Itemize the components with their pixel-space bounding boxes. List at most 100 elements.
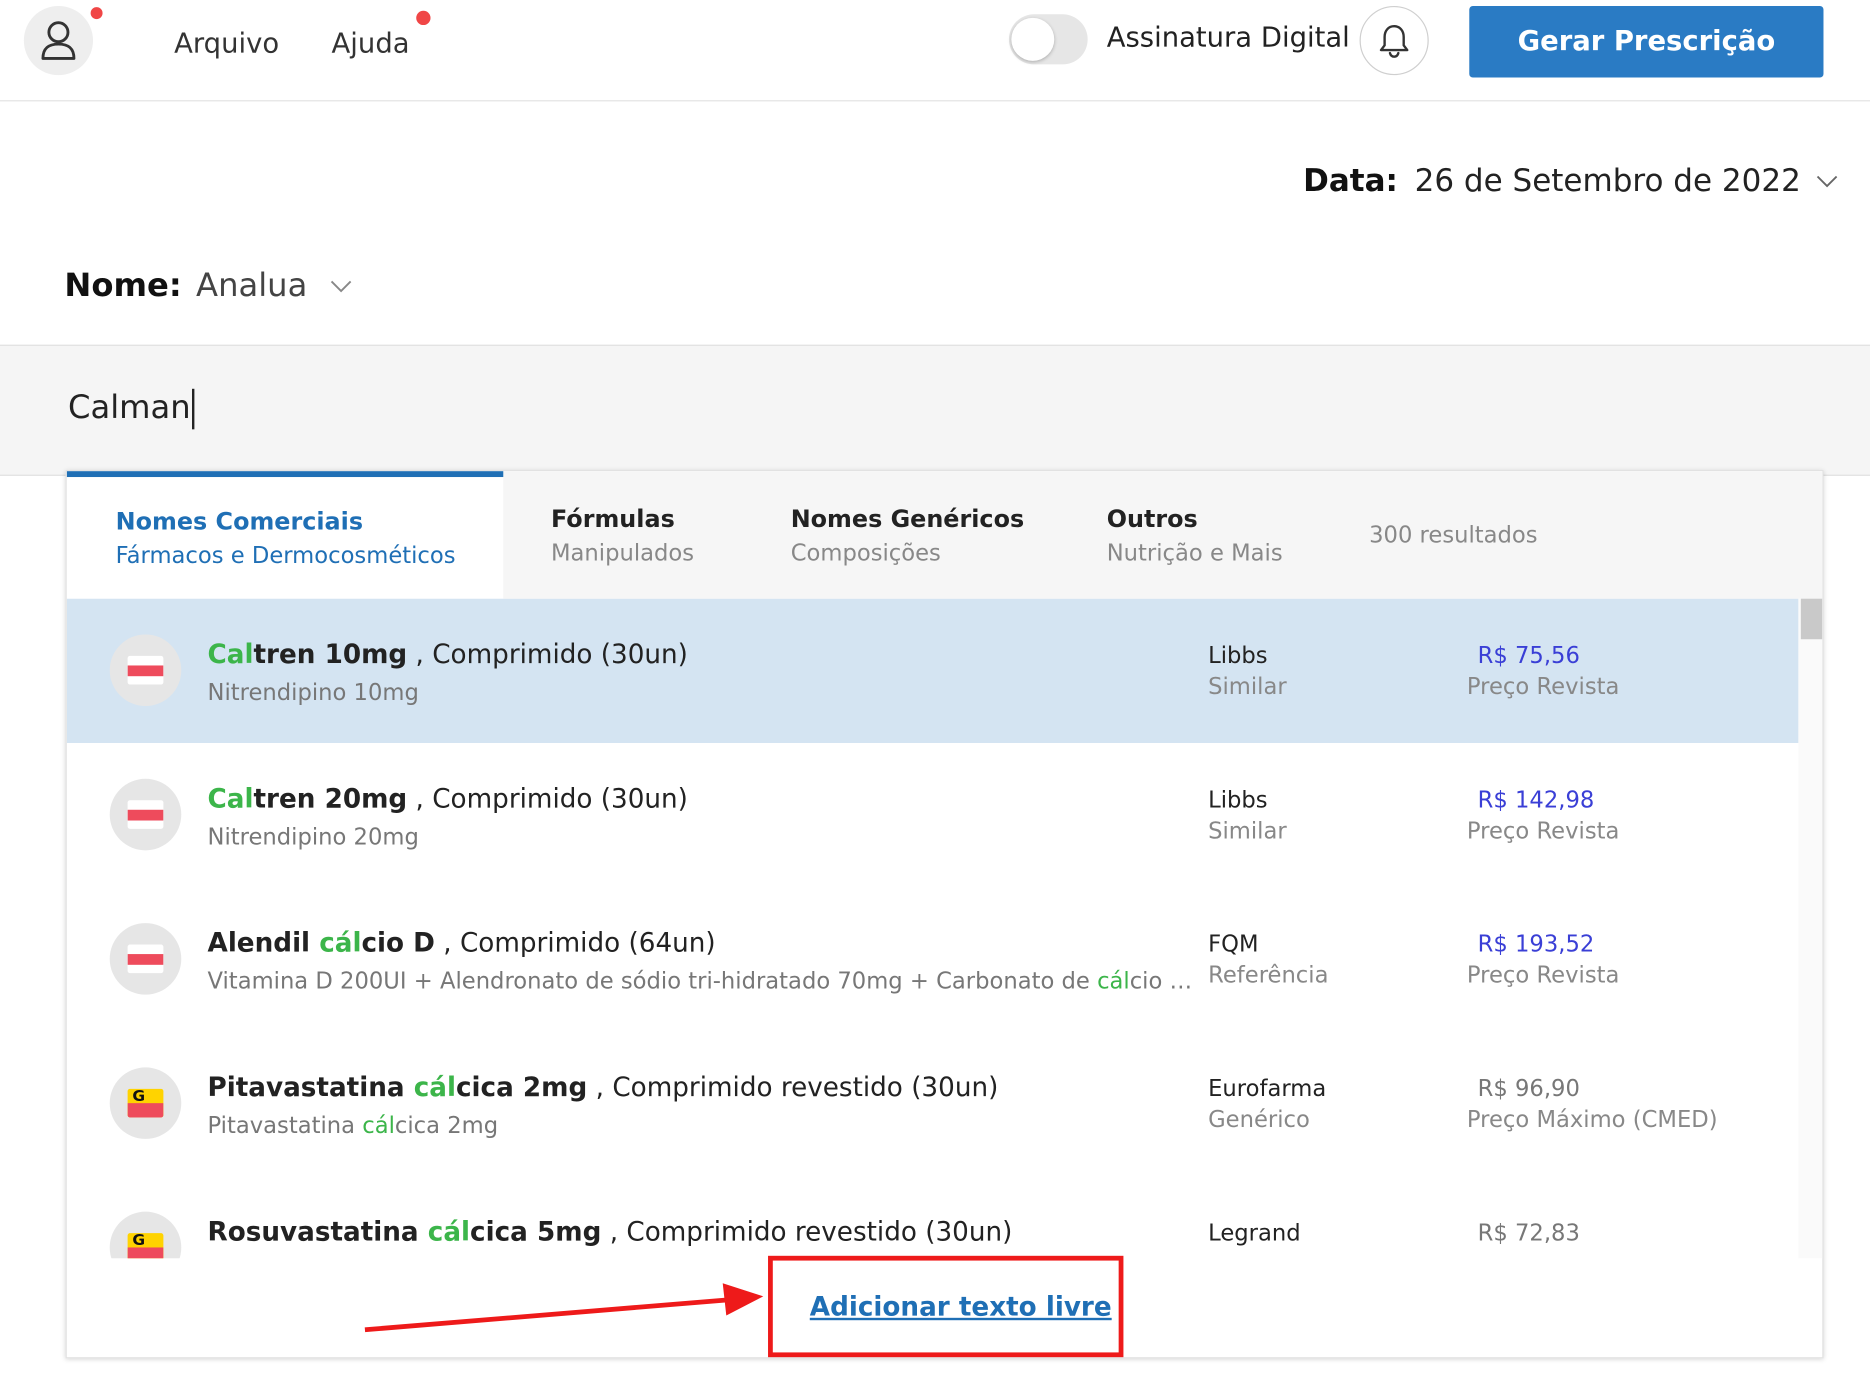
result-price: R$ 96,90: [1477, 1075, 1580, 1102]
scrollbar-thumb[interactable]: [1800, 598, 1823, 640]
patient-name-value: Analua: [196, 267, 308, 305]
result-row[interactable]: Caltren 10mg , Comprimido (30un) Nitrend…: [66, 598, 1799, 743]
avatar-notification-dot: [90, 7, 103, 20]
result-price: R$ 72,83: [1477, 1220, 1580, 1247]
product-form: , Comprimido revestido (30un): [601, 1217, 1013, 1248]
product-badge: [109, 778, 182, 851]
result-title: Caltren 20mg , Comprimido (30un): [208, 785, 688, 815]
product-badge: G: [109, 1067, 182, 1139]
composition-prefix: Pitavastatina: [207, 1112, 363, 1139]
user-avatar-button[interactable]: [23, 5, 94, 76]
name-rest: cio D: [361, 929, 435, 959]
tab-title: Outros: [1106, 504, 1198, 534]
composition-suffix: cica 2mg: [394, 1112, 499, 1139]
result-title: Rosuvastatina cálcica 5mg , Comprimido r…: [208, 1218, 1013, 1248]
chevron-down-icon: [1816, 175, 1838, 188]
match-highlight: cál: [319, 929, 362, 959]
result-composition: Nitrendipino 10mg: [207, 679, 419, 707]
match-highlight: cál: [362, 1112, 395, 1139]
bell-icon: [1379, 25, 1409, 58]
result-price[interactable]: R$ 142,98: [1478, 787, 1595, 813]
result-title: Pitavastatina cálcica 2mg , Comprimido r…: [208, 1073, 999, 1103]
generic-pill-icon: G: [127, 1233, 164, 1259]
product-form: , Comprimido (30un): [407, 640, 688, 671]
results-count: 300 resultados: [1369, 522, 1538, 549]
tab-nomes-genericos[interactable]: Nomes Genéricos Composições: [791, 471, 1024, 599]
result-composition: Pitavastatina cálcica 2mg: [208, 1113, 1198, 1139]
product-badge: G: [109, 1211, 182, 1259]
app-root: Arquivo Ajuda Assinatura Digital Gerar P…: [0, 0, 1870, 1400]
generic-badge-letter: G: [132, 1233, 146, 1250]
product-form: , Comprimido (30un): [407, 784, 688, 815]
product-badge: [109, 634, 182, 707]
date-label: Data:: [1303, 163, 1398, 200]
match-highlight: cál: [427, 1217, 471, 1248]
name-rest: cica 5mg: [470, 1217, 602, 1248]
tab-subtitle: Manipulados: [550, 540, 695, 567]
notifications-button[interactable]: [1359, 5, 1429, 76]
patient-name-label: Nome:: [64, 267, 182, 305]
user-icon: [41, 21, 76, 60]
menu-arquivo[interactable]: Arquivo: [174, 29, 279, 60]
composition-prefix: Vitamina D 200UI + Alendronato de sódio …: [207, 968, 1098, 995]
tab-title: Nomes Genéricos: [790, 504, 1025, 534]
result-lab: Libbs: [1208, 642, 1268, 670]
ajuda-notification-dot: [416, 10, 431, 26]
name-rest: tren 20mg: [253, 784, 408, 815]
result-composition: Nitrendipino 20mg: [207, 824, 419, 851]
result-lab: Libbs: [1208, 787, 1268, 814]
medication-search-input[interactable]: Calman: [67, 388, 903, 430]
name-prefix: Rosuvastatina: [207, 1217, 428, 1248]
product-form: , Comprimido (64un): [434, 929, 716, 959]
result-price[interactable]: R$ 75,56: [1478, 643, 1580, 669]
result-row[interactable]: G Rosuvastatina cálcica 5mg , Comprimido…: [67, 1176, 1799, 1259]
result-kind: Similar: [1208, 673, 1287, 701]
generic-pill-icon: G: [127, 1088, 164, 1118]
match-highlight: Cal: [207, 784, 254, 815]
tab-title: Fórmulas: [550, 504, 675, 534]
reference-pill-icon: [127, 944, 164, 974]
result-price[interactable]: R$ 193,52: [1478, 931, 1595, 957]
result-kind: Genérico: [1208, 1106, 1310, 1133]
medication-search-bar: Calman: [0, 344, 1870, 476]
digital-signature-toggle[interactable]: [1008, 14, 1088, 65]
date-selector[interactable]: Data: 26 de Setembro de 2022: [1303, 163, 1839, 199]
result-kind: Referência: [1208, 962, 1329, 989]
tab-outros[interactable]: Outros Nutrição e Mais: [1107, 471, 1283, 599]
result-row[interactable]: Alendil cálcio D , Comprimido (64un) Vit…: [67, 887, 1799, 1031]
results-list[interactable]: Caltren 10mg , Comprimido (30un) Nitrend…: [66, 598, 1799, 1259]
result-price-type: Preço Máximo (CMED): [1466, 1106, 1718, 1133]
result-row[interactable]: Caltren 20mg , Comprimido (30un) Nitrend…: [67, 743, 1799, 887]
result-composition: Vitamina D 200UI + Alendronato de sódio …: [208, 968, 1198, 994]
tab-subtitle: Fármacos e Dermocosméticos: [115, 542, 456, 569]
tab-subtitle: Composições: [790, 540, 941, 567]
results-scrollbar[interactable]: [1798, 598, 1823, 1259]
match-highlight: cál: [1097, 968, 1130, 995]
add-free-text-link[interactable]: Adicionar texto livre: [810, 1293, 1112, 1323]
result-row[interactable]: G Pitavastatina cálcica 2mg , Comprimido…: [67, 1032, 1799, 1176]
result-lab: Eurofarma: [1208, 1075, 1327, 1102]
result-price-type: Preço Revista: [1466, 673, 1620, 701]
name-prefix: Alendil: [207, 929, 320, 959]
name-prefix: Pitavastatina: [207, 1073, 414, 1104]
tab-subtitle: Nutrição e Mais: [1106, 540, 1283, 567]
tab-nomes-comerciais[interactable]: Nomes Comerciais Fármacos e Dermocosméti…: [66, 471, 504, 599]
menu-ajuda[interactable]: Ajuda: [332, 29, 410, 60]
toggle-knob: [1011, 17, 1055, 61]
result-category-tabs: Nomes Comerciais Fármacos e Dermocosméti…: [66, 471, 1823, 599]
result-price-type: Preço Revista: [1466, 818, 1620, 845]
tab-title: Nomes Comerciais: [115, 506, 364, 536]
match-highlight: cál: [413, 1073, 456, 1104]
tab-formulas[interactable]: Fórmulas Manipulados: [551, 471, 694, 599]
product-badge: [109, 923, 182, 995]
search-results-panel: Nomes Comerciais Fármacos e Dermocosméti…: [65, 469, 1824, 1359]
result-lab: FQM: [1208, 931, 1259, 958]
top-bar: Arquivo Ajuda Assinatura Digital Gerar P…: [0, 0, 1870, 102]
result-kind: Similar: [1208, 818, 1287, 845]
annotation-arrow: [364, 1283, 764, 1333]
result-title: Caltren 10mg , Comprimido (30un): [208, 640, 688, 670]
generate-prescription-button[interactable]: Gerar Prescrição: [1469, 5, 1824, 78]
name-rest: cica 2mg: [455, 1073, 588, 1104]
patient-name-selector[interactable]: Nome: Analua: [64, 267, 352, 304]
search-input-text: Calman: [67, 389, 191, 427]
